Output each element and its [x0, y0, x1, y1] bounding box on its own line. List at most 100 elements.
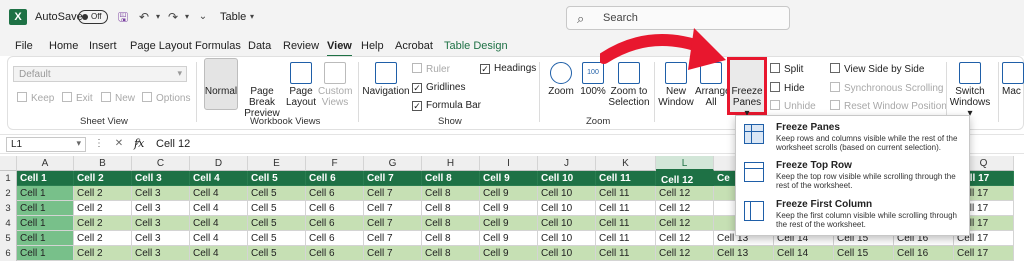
column-header-b[interactable]: B	[74, 156, 132, 171]
column-header-k[interactable]: K	[596, 156, 656, 171]
split-button[interactable]: Split	[770, 63, 803, 75]
gridlines-checkbox[interactable]: ✓ Gridlines	[412, 82, 465, 93]
cell-a3[interactable]: Cell 1	[17, 201, 74, 216]
cell-f4[interactable]: Cell 6	[306, 216, 364, 231]
cell-k3[interactable]: Cell 11	[596, 201, 656, 216]
reset-window-position-button[interactable]: Reset Window Position	[830, 100, 947, 112]
cell-b3[interactable]: Cell 2	[74, 201, 132, 216]
zoom-button[interactable]: Zoom	[544, 62, 578, 97]
save-icon[interactable]: 🖫	[116, 10, 130, 24]
cell-o6[interactable]: Cell 15	[834, 246, 894, 261]
cell-i3[interactable]: Cell 9	[480, 201, 538, 216]
cell-d4[interactable]: Cell 4	[190, 216, 248, 231]
cell-k5[interactable]: Cell 11	[596, 231, 656, 246]
cell-h4[interactable]: Cell 8	[422, 216, 480, 231]
cell-e4[interactable]: Cell 5	[248, 216, 306, 231]
formula-bar-checkbox[interactable]: ✓ Formula Bar	[412, 100, 481, 111]
column-header-e[interactable]: E	[248, 156, 306, 171]
autosave-toggle[interactable]: Off	[78, 10, 108, 24]
cell-h6[interactable]: Cell 8	[422, 246, 480, 261]
tab-insert[interactable]: Insert	[89, 40, 117, 52]
cell-h3[interactable]: Cell 8	[422, 201, 480, 216]
row-header-6[interactable]: 6	[0, 246, 17, 261]
cell-c5[interactable]: Cell 3	[132, 231, 190, 246]
redo-dropdown-icon[interactable]: ▾	[180, 10, 194, 24]
cell-g6[interactable]: Cell 7	[364, 246, 422, 261]
cell-j2[interactable]: Cell 10	[538, 186, 596, 201]
column-header-g[interactable]: G	[364, 156, 422, 171]
cell-b6[interactable]: Cell 2	[74, 246, 132, 261]
cell-f3[interactable]: Cell 6	[306, 201, 364, 216]
cell-g1[interactable]: Cell 7	[364, 171, 422, 186]
cell-a4[interactable]: Cell 1	[17, 216, 74, 231]
cell-j3[interactable]: Cell 10	[538, 201, 596, 216]
cell-c1[interactable]: Cell 3	[132, 171, 190, 186]
cell-f5[interactable]: Cell 6	[306, 231, 364, 246]
tab-help[interactable]: Help	[361, 40, 384, 52]
row-header-5[interactable]: 5	[0, 231, 17, 246]
cell-h5[interactable]: Cell 8	[422, 231, 480, 246]
page-layout-button[interactable]: Page Layout	[284, 62, 318, 108]
headings-checkbox[interactable]: ✓ Headings	[480, 63, 536, 74]
cell-l6[interactable]: Cell 12	[656, 246, 714, 261]
cell-l5[interactable]: Cell 12	[656, 231, 714, 246]
cell-c4[interactable]: Cell 3	[132, 216, 190, 231]
column-header-d[interactable]: D	[190, 156, 248, 171]
redo-icon[interactable]: ↷	[166, 10, 180, 24]
options-button[interactable]: Options	[142, 92, 190, 104]
ruler-checkbox[interactable]: Ruler	[412, 63, 450, 75]
cell-e3[interactable]: Cell 5	[248, 201, 306, 216]
cell-j6[interactable]: Cell 10	[538, 246, 596, 261]
tab-review[interactable]: Review	[283, 40, 319, 52]
cell-e6[interactable]: Cell 5	[248, 246, 306, 261]
cell-i5[interactable]: Cell 9	[480, 231, 538, 246]
cell-k2[interactable]: Cell 11	[596, 186, 656, 201]
cell-c3[interactable]: Cell 3	[132, 201, 190, 216]
cell-c2[interactable]: Cell 3	[132, 186, 190, 201]
cell-j5[interactable]: Cell 10	[538, 231, 596, 246]
keep-button[interactable]: Keep	[17, 92, 54, 104]
name-box[interactable]: L1	[6, 137, 86, 152]
menu-item-freeze-panes[interactable]: Freeze Panes Keep rows and columns visib…	[736, 118, 969, 156]
unhide-button[interactable]: Unhide	[770, 100, 816, 112]
cell-b1[interactable]: Cell 2	[74, 171, 132, 186]
cell-a1[interactable]: Cell 1	[17, 171, 74, 186]
custom-views-button[interactable]: Custom Views	[318, 62, 352, 108]
cell-a2[interactable]: Cell 1	[17, 186, 74, 201]
cell-g2[interactable]: Cell 7	[364, 186, 422, 201]
tab-page-layout[interactable]: Page Layout	[130, 40, 192, 52]
page-break-preview-button[interactable]: Page Break Preview	[240, 62, 284, 240]
cell-d1[interactable]: Cell 4	[190, 171, 248, 186]
cell-j1[interactable]: Cell 10	[538, 171, 596, 186]
undo-dropdown-icon[interactable]: ▾	[151, 10, 165, 24]
undo-icon[interactable]: ↶	[137, 10, 151, 24]
switch-windows-button[interactable]: Switch Windows ▾	[948, 62, 992, 119]
cell-g4[interactable]: Cell 7	[364, 216, 422, 231]
cell-g3[interactable]: Cell 7	[364, 201, 422, 216]
cell-f2[interactable]: Cell 6	[306, 186, 364, 201]
cell-j4[interactable]: Cell 10	[538, 216, 596, 231]
cell-e1[interactable]: Cell 5	[248, 171, 306, 186]
sheet-view-dropdown[interactable]: Default	[13, 66, 187, 82]
cell-h1[interactable]: Cell 8	[422, 171, 480, 186]
cell-d3[interactable]: Cell 4	[190, 201, 248, 216]
tab-data[interactable]: Data	[248, 40, 271, 52]
cell-i1[interactable]: Cell 9	[480, 171, 538, 186]
cell-l1[interactable]: Cell 12	[656, 171, 714, 186]
normal-view-button[interactable]: Normal	[202, 62, 240, 240]
cell-k6[interactable]: Cell 11	[596, 246, 656, 261]
cell-e5[interactable]: Cell 5	[248, 231, 306, 246]
synchronous-scrolling-button[interactable]: Synchronous Scrolling	[830, 82, 944, 94]
cell-k4[interactable]: Cell 11	[596, 216, 656, 231]
cell-d6[interactable]: Cell 4	[190, 246, 248, 261]
select-all-corner[interactable]	[0, 156, 17, 171]
tab-acrobat[interactable]: Acrobat	[395, 40, 433, 52]
cell-e2[interactable]: Cell 5	[248, 186, 306, 201]
column-header-a[interactable]: A	[17, 156, 74, 171]
row-header-1[interactable]: 1	[0, 171, 17, 186]
row-header-2[interactable]: 2	[0, 186, 17, 201]
menu-item-freeze-first-column[interactable]: Freeze First Column Keep the first colum…	[736, 195, 969, 233]
row-header-3[interactable]: 3	[0, 201, 17, 216]
tab-file[interactable]: File	[15, 40, 33, 52]
cell-g5[interactable]: Cell 7	[364, 231, 422, 246]
